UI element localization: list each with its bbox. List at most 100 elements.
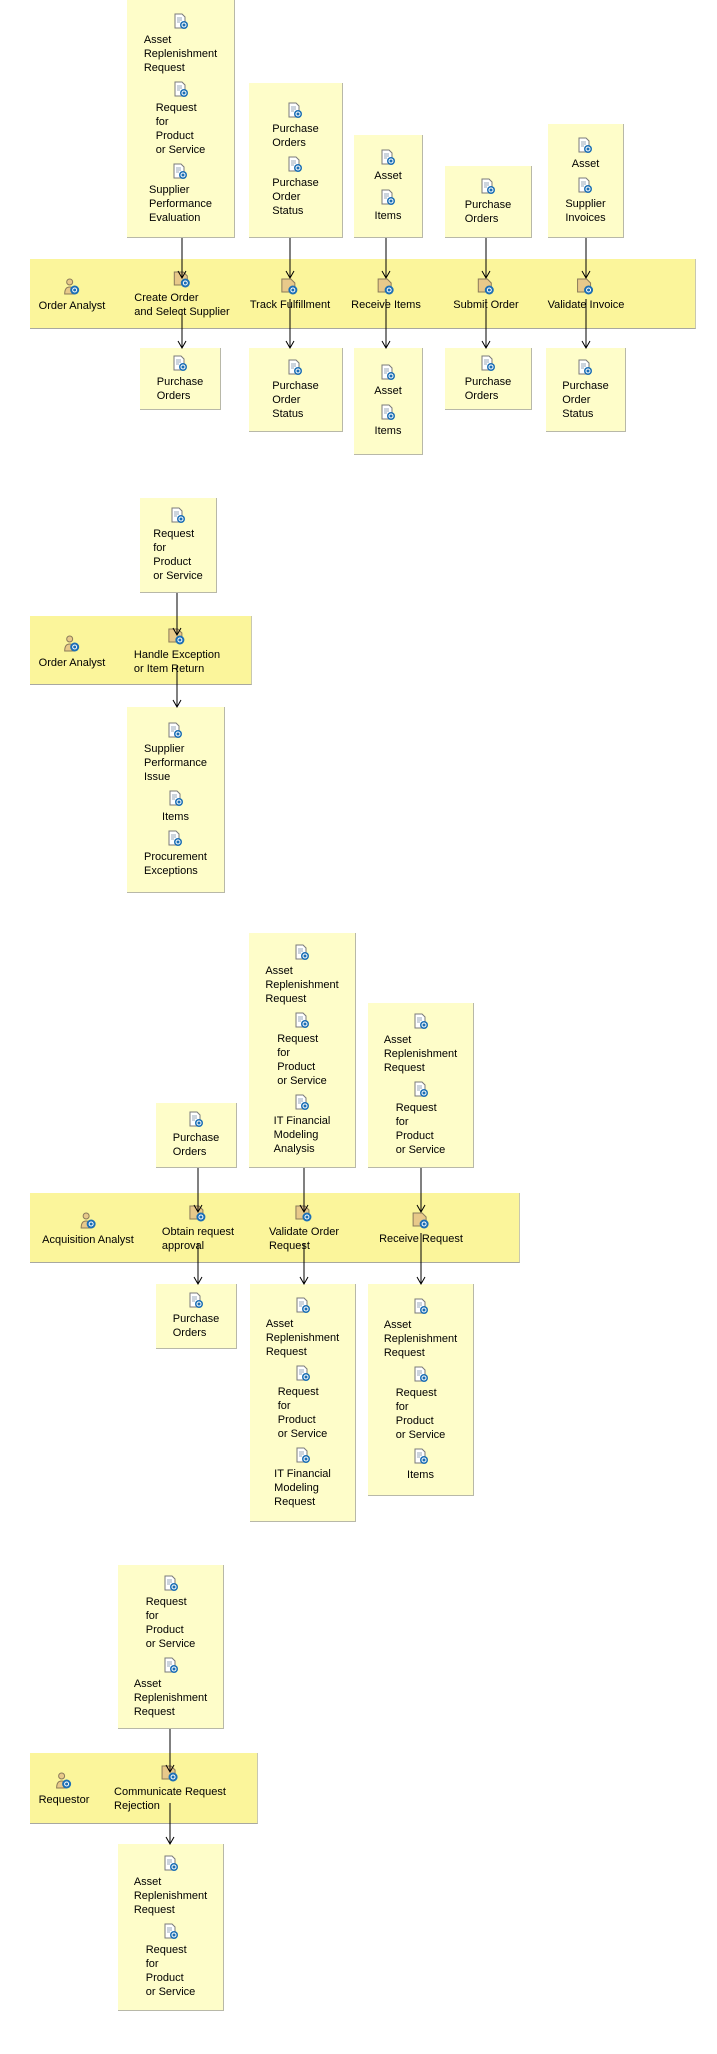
data-object-label: Asset Replenishment Request (265, 965, 339, 1005)
activity[interactable]: Validate Order Request (269, 1205, 339, 1253)
output-box: Purchase Order Status (249, 348, 343, 432)
activity[interactable]: Submit Order (453, 278, 519, 312)
data-object-item[interactable]: Purchase Orders (465, 178, 511, 226)
data-object-label: Purchase Order Status (272, 379, 319, 420)
actor[interactable]: Requestor (39, 1772, 89, 1807)
activity[interactable]: Communicate Request Rejection (114, 1765, 226, 1813)
activity[interactable]: Receive Request (379, 1212, 463, 1246)
input-box: Request for Product or Service Asset Repl… (118, 1565, 224, 1729)
data-object-item[interactable]: Request for Product or Service (153, 507, 203, 583)
activity[interactable]: Obtain request approval (162, 1205, 234, 1253)
activity-icon (377, 278, 395, 295)
output-box: Purchase Orders (140, 348, 221, 410)
document-icon (163, 1855, 179, 1872)
data-object-item[interactable]: Purchase Order Status (562, 359, 609, 421)
data-object-item[interactable]: Request for Product or Service (146, 1575, 195, 1651)
data-object-item[interactable]: Asset (374, 364, 402, 398)
data-object-label: Asset Replenishment Request (143, 33, 218, 74)
data-object-item[interactable]: Supplier Performance Issue (144, 722, 207, 784)
data-object-item[interactable]: Asset (571, 137, 600, 171)
data-object-item[interactable]: Asset Replenishment Request (134, 1855, 207, 1917)
output-box: Purchase Order Status (546, 348, 626, 432)
data-object-label: Request for Product or Service (395, 1102, 446, 1156)
document-icon (295, 1365, 311, 1382)
actor-icon (55, 1772, 73, 1790)
data-object-item[interactable]: Asset Replenishment Request (134, 1657, 207, 1719)
data-object-label: Asset (571, 157, 600, 170)
activity[interactable]: Handle Exception or Item Return (134, 628, 220, 676)
data-object-item[interactable]: Request for Product or Service (395, 1081, 446, 1157)
activity[interactable]: Track Fulfillment (250, 278, 330, 312)
data-object-label: Items (407, 1468, 434, 1481)
data-object-item[interactable]: Purchase Orders (272, 102, 319, 150)
document-icon (380, 149, 396, 166)
document-icon (287, 102, 303, 119)
data-object-label: Procurement Exceptions (144, 850, 207, 877)
data-object-item[interactable]: Request for Product or Service (155, 81, 206, 157)
data-object-label: Purchase Orders (172, 1132, 220, 1158)
data-object-item[interactable]: IT Financial Modeling Analysis (274, 1094, 330, 1156)
activity[interactable]: Receive Items (351, 278, 421, 312)
activity-label: Track Fulfillment (249, 299, 331, 311)
document-icon (163, 1923, 179, 1940)
data-object-item[interactable]: Items (407, 1448, 434, 1482)
data-object-label: Items (374, 425, 402, 437)
document-icon (168, 790, 184, 807)
output-box: Purchase Orders (445, 348, 532, 410)
actor-label: Order Analyst (38, 657, 106, 669)
activity-icon (412, 1212, 430, 1229)
data-object-item[interactable]: Items (374, 404, 402, 438)
data-object-item[interactable]: Request for Product or Service (278, 1365, 327, 1441)
document-icon (167, 830, 183, 847)
data-object-item[interactable]: Supplier Performance Evaluation (149, 163, 212, 225)
data-object-item[interactable]: Procurement Exceptions (144, 830, 207, 878)
activity-label: Communicate Request Rejection (114, 1786, 226, 1812)
activity[interactable]: Validate Invoice (548, 278, 624, 312)
activity-icon (281, 278, 299, 295)
data-object-item[interactable]: Request for Product or Service (396, 1366, 445, 1442)
data-object-item[interactable]: Request for Product or Service (146, 1923, 195, 1999)
data-object-item[interactable]: IT Financial Modeling Request (274, 1447, 331, 1509)
input-box: Purchase Orders (156, 1103, 237, 1168)
data-object-item[interactable]: Asset Replenishment Request (144, 13, 217, 75)
input-box: Asset Items (354, 135, 423, 238)
data-object-item[interactable]: Asset Replenishment Request (384, 1013, 457, 1075)
actor[interactable]: Order Analyst (38, 635, 106, 670)
activity-icon (189, 1205, 207, 1222)
data-object-label: Request for Product or Service (155, 101, 206, 156)
data-object-item[interactable]: Request for Product or Service (277, 1012, 327, 1088)
data-object-item[interactable]: Supplier Invoices (565, 177, 606, 225)
document-icon (413, 1013, 429, 1030)
activity[interactable]: Create Order and Select Supplier (134, 271, 230, 319)
data-object-label: Asset (374, 170, 402, 182)
data-object-item[interactable]: Asset Replenishment Request (265, 944, 339, 1006)
actor[interactable]: Acquisition Analyst (42, 1212, 134, 1247)
data-object-item[interactable]: Purchase Orders (157, 355, 203, 403)
data-object-item[interactable]: Purchase Order Status (272, 156, 319, 218)
actor-icon (79, 1212, 97, 1230)
data-object-item[interactable]: Purchase Orders (173, 1292, 219, 1340)
input-box: Asset Replenishment Request Request for P… (127, 0, 235, 238)
document-icon (294, 944, 310, 961)
data-object-item[interactable]: Purchase Order Status (272, 359, 319, 421)
data-object-item[interactable]: Purchase Orders (173, 1111, 219, 1159)
document-icon (380, 189, 396, 206)
data-object-item[interactable]: Purchase Orders (465, 355, 511, 403)
activity-icon (161, 1765, 179, 1782)
document-icon (380, 404, 396, 421)
data-object-label: Purchase Orders (272, 123, 319, 149)
output-box: Asset Replenishment Request Request for P… (118, 1844, 224, 2011)
document-icon (294, 1012, 310, 1029)
data-object-item[interactable]: Asset Replenishment Request (266, 1297, 339, 1359)
activity-label: Create Order and Select Supplier (134, 292, 230, 318)
data-object-item[interactable]: Asset Replenishment Request (384, 1298, 457, 1360)
actor[interactable]: Order Analyst (39, 278, 105, 313)
data-object-item[interactable]: Asset (374, 149, 402, 183)
output-box: Asset Items (354, 348, 423, 455)
document-icon (577, 137, 593, 154)
data-object-item[interactable]: Items (375, 189, 401, 223)
input-box: Asset Supplier Invoices (548, 124, 624, 238)
document-icon (480, 355, 496, 372)
data-object-item[interactable]: Items (162, 790, 189, 824)
document-icon (577, 359, 593, 376)
